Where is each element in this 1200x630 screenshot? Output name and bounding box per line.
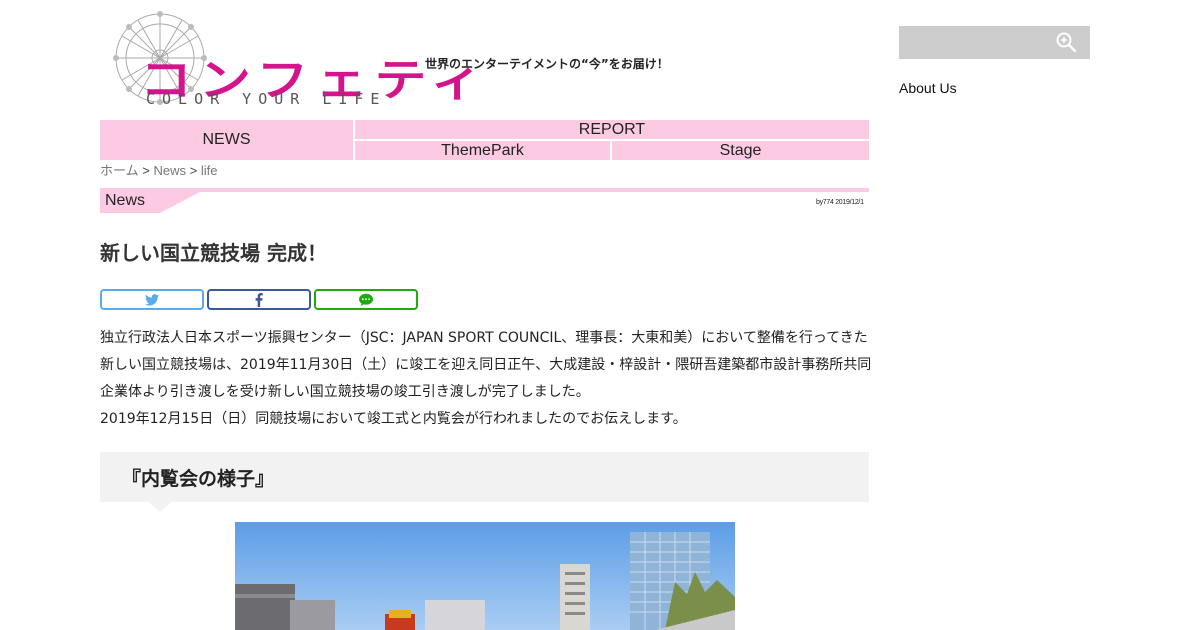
search-icon[interactable] (1055, 31, 1077, 53)
stadium-photo-illustration (235, 522, 735, 630)
logo-tagline: COLOR YOUR LIFE (146, 90, 387, 108)
article-paragraph: 独立行政法人日本スポーツ振興センター（JSC：JAPAN SPORT COUNC… (100, 330, 872, 400)
article-photo (235, 522, 735, 630)
page: コンフェティ COLOR YOUR LIFE 世界のエンターテイメントの“今”を… (0, 0, 1200, 630)
article-title: 新しい国立競技場 完成！ (100, 241, 327, 265)
nav-report[interactable]: REPORT (355, 120, 869, 139)
section-heading-text: 『内覧会の様子』 (122, 468, 275, 490)
breadcrumb-current[interactable]: life (201, 163, 218, 178)
breadcrumb-separator: > (189, 163, 198, 178)
category-tab: News (100, 192, 200, 213)
breadcrumb-separator: > (142, 163, 150, 178)
article-body: 独立行政法人日本スポーツ振興センター（JSC：JAPAN SPORT COUNC… (100, 325, 872, 433)
nav-news[interactable]: NEWS (100, 120, 353, 160)
site-logo[interactable]: コンフェティ COLOR YOUR LIFE (110, 8, 482, 112)
about-us-link[interactable]: About Us (899, 80, 957, 96)
line-icon (359, 293, 373, 306)
site-tagline: 世界のエンターテイメントの“今”をお届け！ (425, 57, 669, 71)
breadcrumb-news[interactable]: News (153, 163, 186, 178)
twitter-icon (145, 293, 159, 306)
facebook-icon (255, 292, 263, 307)
facebook-share-button[interactable] (207, 289, 311, 310)
category-label: News (105, 192, 146, 209)
breadcrumb: ホーム > News > life (100, 160, 217, 179)
breadcrumb-home[interactable]: ホーム (100, 163, 139, 178)
article-paragraph: 2019年12月15日（日）同競技場において竣工式と内覧会が行われましたのでお伝… (100, 411, 687, 427)
category-divider (100, 188, 869, 192)
article-byline: by774 2019/12/1 (816, 199, 864, 206)
nav-stage[interactable]: Stage (612, 141, 869, 160)
search-input[interactable] (899, 26, 1049, 59)
twitter-share-button[interactable] (100, 289, 204, 310)
nav-themepark[interactable]: ThemePark (355, 141, 610, 160)
section-heading-arrow (149, 502, 171, 512)
section-heading: 『内覧会の様子』 (100, 452, 869, 502)
line-share-button[interactable] (314, 289, 418, 310)
